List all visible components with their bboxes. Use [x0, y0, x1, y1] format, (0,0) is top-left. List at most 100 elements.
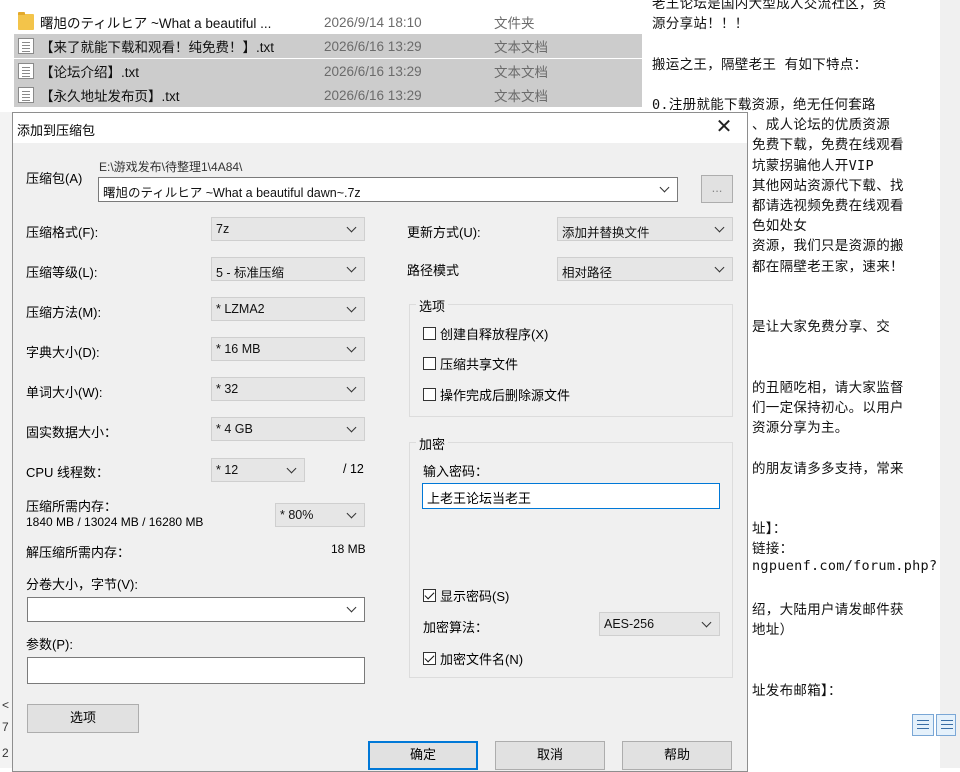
checkbox-box[interactable] [423, 327, 436, 340]
doc-line: 免费下载，免费在线观看 [752, 137, 904, 154]
update-select[interactable]: 添加并替换文件 [557, 217, 733, 241]
show-password-label: 显示密码(S) [440, 589, 510, 604]
algorithm-select[interactable]: AES-256 [599, 612, 720, 636]
checkbox-box[interactable] [423, 652, 436, 665]
encryption-group-title: 加密 [416, 434, 449, 453]
ok-button[interactable]: 确定 [368, 741, 478, 770]
doc-line: 绍，大陆用户请发邮件获 [752, 602, 904, 618]
doc-line: 地址） [752, 622, 794, 639]
file-row[interactable]: 【论坛介绍】.txt 2026/6/16 13:29 文本文档 [14, 59, 642, 83]
solid-size-select[interactable]: * 4 GB [211, 417, 365, 441]
doc-line: 0.注册就能下载资源，绝无任何套路 [652, 97, 876, 113]
chevron-down-icon [345, 507, 359, 521]
close-icon[interactable]: ✕ [707, 115, 741, 141]
show-password-checkbox[interactable]: 显示密码(S) [423, 586, 509, 605]
level-label: 压缩等级(L): [26, 265, 98, 280]
split-label: 分卷大小，字节(V): [26, 577, 138, 592]
checkbox-box[interactable] [423, 388, 436, 401]
list-view-icon[interactable] [936, 714, 956, 736]
doc-line: 都在隔壁老王家，速来！ [752, 258, 904, 275]
doc-line: 资源，我们只是资源的搬 [752, 238, 904, 255]
chevron-down-icon [285, 462, 299, 476]
chevron-down-icon [345, 421, 359, 435]
format-label: 压缩格式(F): [26, 225, 99, 240]
delete-after-checkbox[interactable]: 操作完成后删除源文件 [423, 385, 570, 404]
doc-line: 是让大家免费分享、交 [752, 319, 890, 336]
word-size-value: * 32 [216, 382, 239, 396]
chevron-down-icon [713, 221, 727, 235]
file-date: 2026/9/14 18:10 [324, 14, 422, 30]
file-name: 【来了就能下载和观看！纯免费！】.txt [40, 40, 275, 55]
text-file-icon [18, 87, 34, 103]
dictionary-label: 字典大小(D): [26, 345, 100, 360]
dialog-titlebar: 添加到压缩包 ✕ [13, 113, 747, 143]
checkbox-box[interactable] [423, 357, 436, 370]
memory-label: 压缩所需内存： [26, 499, 118, 514]
word-size-select[interactable]: * 32 [211, 377, 365, 401]
dictionary-select[interactable]: * 16 MB [211, 337, 365, 361]
file-row[interactable]: 【来了就能下载和观看！纯免费！】.txt 2026/6/16 13:29 文本文档 [14, 34, 642, 58]
document-scrollbar[interactable] [940, 0, 960, 768]
archive-path: E:\游戏发布\待整理1\4A84\ [99, 160, 243, 174]
file-name: 曙旭のティルヒア ~What a beautiful ... [40, 16, 272, 31]
sfx-checkbox[interactable]: 创建自释放程序(X) [423, 324, 548, 343]
text-file-icon [18, 38, 34, 54]
chevron-down-icon [658, 181, 672, 195]
archive-name-combo[interactable]: 曙旭のティルヒア ~What a beautiful dawn~.7z [98, 177, 678, 202]
doc-line: 们一定保持初心。以用户 [752, 400, 904, 416]
file-type: 文本文档 [494, 89, 548, 104]
format-select[interactable]: 7z [211, 217, 365, 241]
format-value: 7z [216, 222, 230, 236]
chevron-down-icon [345, 221, 359, 235]
doc-line: 老王论坛是国内大型成人交流社区，资 [652, 0, 887, 12]
options-button[interactable]: 选项 [27, 704, 139, 733]
options-group-title: 选项 [416, 296, 449, 315]
encrypt-names-checkbox[interactable]: 加密文件名(N) [423, 649, 523, 668]
file-date: 2026/6/16 13:29 [324, 63, 422, 79]
archive-label: 压缩包(A) [26, 171, 83, 186]
file-type: 文本文档 [494, 65, 548, 80]
browse-button[interactable]: ... [701, 175, 733, 203]
chevron-down-icon [345, 381, 359, 395]
method-label: 压缩方法(M): [26, 305, 102, 320]
password-input[interactable]: 上老王论坛当老王 [422, 483, 720, 509]
method-select[interactable]: * LZMA2 [211, 297, 365, 321]
help-button[interactable]: 帮助 [622, 741, 732, 770]
shared-files-checkbox[interactable]: 压缩共享文件 [423, 354, 518, 373]
split-size-combo[interactable] [27, 597, 365, 622]
threads-select[interactable]: * 12 [211, 458, 305, 482]
file-row[interactable]: 曙旭のティルヒア ~What a beautiful ... 2026/9/14 … [14, 10, 642, 34]
folder-icon [18, 12, 34, 30]
decompress-memory-label: 解压缩所需内存： [26, 545, 131, 560]
file-name: 【论坛介绍】.txt [40, 65, 140, 80]
details-view-icon[interactable] [912, 714, 934, 736]
delete-after-checkbox-label: 操作完成后删除源文件 [440, 388, 571, 403]
cancel-button[interactable]: 取消 [495, 741, 605, 770]
checkbox-box[interactable] [423, 589, 436, 602]
path-mode-label: 路径模式 [407, 263, 460, 278]
memory-percent-select[interactable]: * 80% [275, 503, 365, 527]
threads-max: / 12 [343, 462, 364, 476]
file-row[interactable]: 【永久地址发布页】.txt 2026/6/16 13:29 文本文档 [14, 83, 642, 107]
add-to-archive-dialog: 添加到压缩包 ✕ 压缩包(A) E:\游戏发布\待整理1\4A84\ 曙旭のティ… [12, 112, 748, 772]
update-label: 更新方式(U): [407, 225, 481, 240]
params-label: 参数(P): [26, 637, 73, 652]
algorithm-label: 加密算法： [423, 620, 489, 635]
file-type: 文本文档 [494, 40, 548, 55]
file-type: 文件夹 [494, 16, 535, 31]
left-strip-char: 7 [2, 720, 9, 734]
doc-line: 资源分享为主。 [752, 420, 849, 437]
left-strip-char: 2 [2, 746, 9, 760]
solid-size-label: 固实数据大小： [26, 425, 118, 440]
doc-line: 源分享站！！！ [652, 16, 749, 33]
params-input[interactable] [27, 657, 365, 684]
method-value: * LZMA2 [216, 302, 265, 316]
left-strip-char: < [2, 698, 10, 712]
doc-line: 的朋友请多多支持，常来 [752, 460, 904, 477]
word-size-label: 单词大小(W): [26, 385, 103, 400]
doc-line: 的丑陋吃相，请大家监督 [752, 379, 904, 396]
path-mode-select[interactable]: 相对路径 [557, 257, 733, 281]
algorithm-value: AES-256 [604, 617, 655, 631]
level-select[interactable]: 5 - 标准压缩 [211, 257, 365, 281]
doc-line: 坑蒙拐骗他人开VIP [752, 157, 874, 174]
